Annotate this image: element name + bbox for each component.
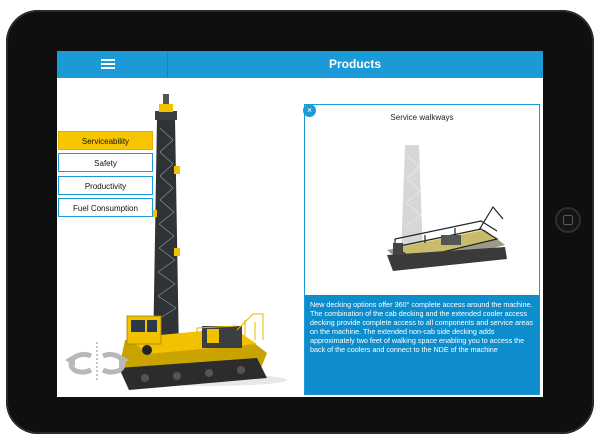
rotate-arrows-icon — [65, 342, 129, 382]
rotate-control[interactable] — [63, 342, 133, 382]
description-text: New decking options offer 360° complete … — [305, 295, 539, 394]
walkway-render-image — [387, 145, 507, 271]
tab-productivity[interactable]: Productivity — [58, 176, 153, 195]
home-button[interactable] — [555, 207, 581, 233]
detail-panel: Service walkways New decking options off… — [304, 104, 540, 395]
top-bar: Products — [57, 51, 543, 78]
tab-safety[interactable]: Safety — [58, 153, 153, 172]
tab-serviceability[interactable]: Serviceability — [58, 131, 153, 150]
menu-button[interactable] — [57, 51, 168, 78]
panel-title: Service walkways — [390, 113, 454, 122]
close-icon[interactable]: × — [303, 104, 316, 117]
tab-fuel-consumption[interactable]: Fuel Consumption — [58, 198, 153, 217]
app-screen: Products Serviceability Safety Productiv… — [57, 51, 543, 397]
product-view: Serviceability Safety Productivity Fuel … — [57, 78, 302, 397]
page-title: Products — [328, 57, 381, 71]
